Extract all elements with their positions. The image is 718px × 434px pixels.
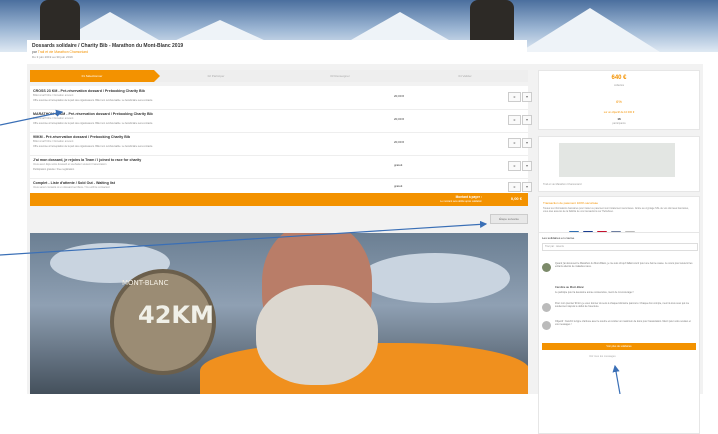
ticket-row: 90KM - Pré-réservation dossard / Prebook…	[30, 132, 532, 156]
feed-item: Quand j'ai découvert le Marathon du Mont…	[542, 261, 694, 283]
ticket-subtitle: Billet à tarif libre / Donation amount	[33, 94, 74, 97]
collected-caption: collectés	[613, 84, 625, 87]
feed-name: Caroline au Mont-Blanc	[555, 286, 584, 289]
ticket-name: 90KM - Pré-réservation dossard / Prebook…	[33, 135, 131, 139]
quantity-select[interactable]: 0	[508, 115, 521, 125]
ticket-description: Offre soumise à l'acceptation de la part…	[33, 122, 154, 125]
ticket-row: Complet - Liste d'attente / Sold Out - W…	[30, 178, 532, 194]
ticket-price: 20,00 €	[394, 117, 405, 121]
chevron-down-icon[interactable]: ▾	[522, 161, 532, 171]
organizer-link[interactable]: Trail et vie Marathon Chamoniard	[38, 50, 88, 54]
chevron-down-icon[interactable]: ▾	[522, 92, 532, 102]
ticket-price: gratuit	[394, 163, 403, 167]
medal-distance: 42KM	[138, 301, 214, 329]
ticket-list: CROSS 23 KM - Pré-réservation dossard / …	[30, 86, 532, 194]
ticket-name: MARATHON 42 KM - Pré-réservation dossard…	[33, 112, 153, 116]
ticket-name: CROSS 23 KM - Pré-réservation dossard / …	[33, 89, 145, 93]
avatar	[542, 321, 551, 330]
ticket-row: MARATHON 42 KM - Pré-réservation dossard…	[30, 109, 532, 133]
tab-validate[interactable]: 04 Valider	[402, 70, 528, 82]
collection-card: 640 € collectés 6% sur un objectif de 10…	[538, 70, 700, 130]
feed-footer-link[interactable]: Voir tous les messages	[589, 355, 616, 358]
ticket-row: CROSS 23 KM - Pré-réservation dossard / …	[30, 86, 532, 110]
medal-ring-text: MONT-BLANC	[122, 279, 169, 287]
total-label: Montant à payer :	[455, 195, 482, 199]
ticket-row: J'ai mon dossard, je rejoins la Team / I…	[30, 155, 532, 179]
ticket-description: Offre soumise à l'acceptation de la part…	[33, 145, 154, 148]
collected-percent: 6%	[616, 99, 622, 104]
runner-beard	[256, 285, 378, 385]
ticket-subtitle: Billet à tarif libre / Donation amount	[33, 117, 74, 120]
total-note: Le montant sera débité après validation	[440, 200, 482, 203]
quantity-select[interactable]: 0	[508, 161, 521, 171]
ticket-price: 20,00 €	[394, 94, 405, 98]
quantity-select[interactable]: 0	[508, 138, 521, 148]
next-step-button[interactable]: Étape suivante	[490, 214, 528, 224]
supporters-feed: Les solidaires en course Trier par : réc…	[538, 232, 700, 434]
step-tabs: 01 Sélectionner 02 Participer 03 Renseig…	[30, 70, 528, 82]
tab-select[interactable]: 01 Sélectionner	[30, 70, 160, 82]
runner-photo: MONT-BLANC 42KM	[30, 233, 528, 394]
secure-title: Transaction de paiement 100% sécurisée	[543, 201, 599, 205]
avatar	[542, 263, 551, 272]
map-caption: Trail et vie Marathon Chamoniard	[543, 183, 582, 186]
event-date: Du 3 juin 2019 au 30 juin 2019	[32, 55, 73, 59]
feed-item: Objectif : franchir la ligne d'arrivée a…	[542, 319, 694, 341]
collected-amount: 640 €	[611, 75, 627, 81]
ticket-name: J'ai mon dossard, je rejoins la Team / I…	[33, 158, 142, 162]
total-bar: Montant à payer : Le montant sera débité…	[30, 193, 528, 206]
quantity-select[interactable]: 0	[508, 92, 521, 102]
total-value: 0,00 €	[510, 196, 522, 201]
avatar	[542, 303, 551, 312]
quantity-select[interactable]: 0	[508, 182, 521, 192]
ticket-price: gratuit	[394, 184, 403, 188]
ticket-price: 20,00 €	[394, 140, 405, 144]
feed-text: Je participe pour la deuxième année cons…	[555, 291, 634, 294]
ticket-description: Participation gratuite / Free registrati…	[33, 168, 75, 171]
feed-text: Quand j'ai découvert le Marathon du Mont…	[555, 262, 693, 268]
tab-fill[interactable]: 03 Renseigner	[278, 70, 402, 82]
secure-text: Toutes les informations bancaires pour t…	[543, 207, 689, 214]
chevron-down-icon[interactable]: ▾	[522, 182, 532, 192]
finisher-medal: MONT-BLANC 42KM	[110, 269, 216, 375]
feed-text: Objectif : franchir la ligne d'arrivée a…	[555, 320, 691, 326]
event-header: Dossards solidaire / Charity Bib - Marat…	[27, 40, 527, 64]
ticket-subtitle: Billet à tarif libre / Donation amount	[33, 140, 74, 143]
more-supporters-button[interactable]: Voir plus de solidaires	[542, 343, 696, 350]
tab-participate[interactable]: 02 Participer	[154, 70, 278, 82]
chevron-down-icon[interactable]: ▾	[522, 138, 532, 148]
goal-caption: sur un objectif de 10 000 €	[603, 111, 635, 114]
ticket-name: Complet - Liste d'attente / Sold Out - W…	[33, 181, 115, 185]
event-title: Dossards solidaire / Charity Bib - Marat…	[32, 43, 184, 49]
participants-caption: participants	[612, 122, 626, 125]
ticket-subtitle: Vous avez déjà votre dossard et souhaite…	[33, 163, 107, 166]
event-organizer: par Trail et vie Marathon Chamoniard	[32, 50, 88, 54]
participants-count: 16	[617, 117, 621, 121]
by-label: par	[32, 50, 37, 54]
ticket-subtitle: Vous serez contacté si un dossard se lib…	[33, 186, 110, 189]
feed-text: Pour mon premier 90 km, je veux donner d…	[555, 302, 690, 308]
ticket-description: Offre soumise à l'acceptation de la part…	[33, 99, 154, 102]
location-map[interactable]	[559, 143, 675, 177]
feed-title: Les solidaires en course	[542, 236, 575, 240]
chevron-down-icon[interactable]: ▾	[522, 115, 532, 125]
feed-sort-select[interactable]: Trier par : récents	[542, 243, 698, 251]
map-card: Trail et vie Marathon Chamoniard	[538, 136, 700, 192]
